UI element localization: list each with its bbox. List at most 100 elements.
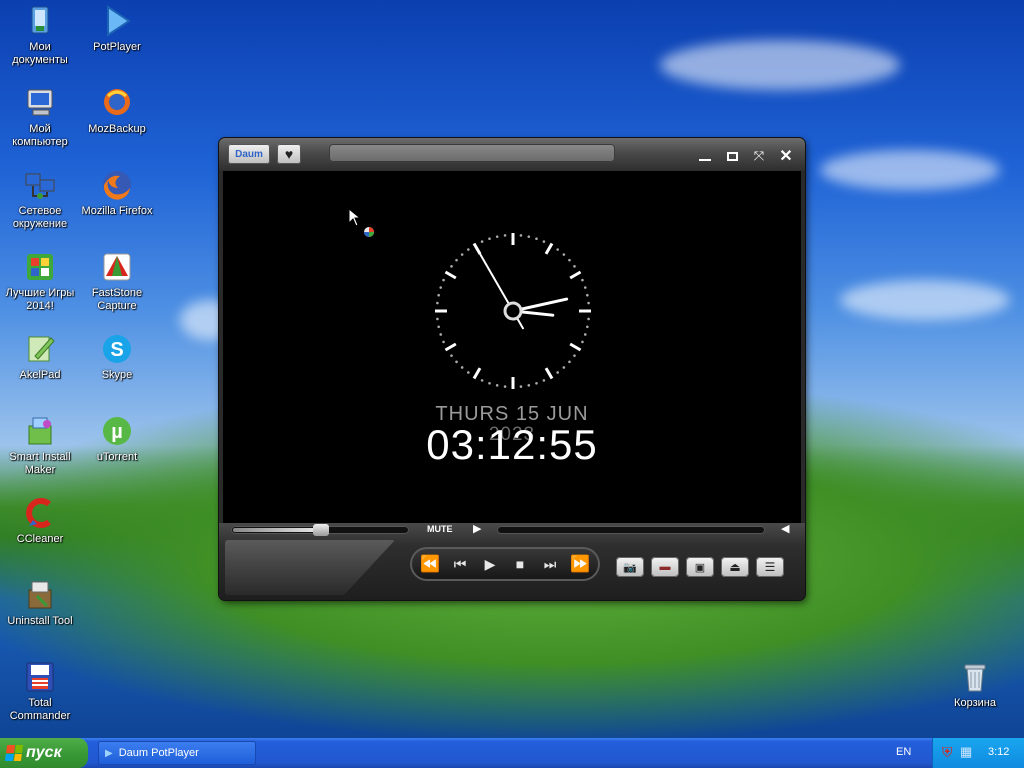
taskbar-item-potplayer[interactable]: ▶ Daum PotPlayer — [98, 741, 256, 765]
clock-minute-dot — [467, 371, 470, 374]
clock-minute-dot — [436, 301, 439, 305]
clock-minute-dot — [450, 265, 453, 268]
desktop-icon-label: AkelPad — [19, 369, 61, 381]
folder-icon: ▬ — [659, 561, 671, 573]
clock-minute-dot — [583, 333, 587, 336]
capture-button[interactable]: 📷 — [616, 557, 644, 577]
ccleaner-icon — [23, 496, 57, 530]
minimize-icon — [699, 159, 711, 161]
desktop-icon-total-commander[interactable]: Total Commander — [0, 660, 80, 723]
language-indicator[interactable]: EN — [896, 746, 911, 758]
clock-minute-dot — [556, 371, 559, 374]
playlist-folder-button[interactable]: ▬ — [651, 557, 679, 577]
total-commander-icon — [23, 660, 57, 694]
clock-hour-tick — [569, 270, 582, 280]
favorite-button[interactable]: ♥ — [277, 144, 301, 164]
desktop-icon-mozbackup[interactable]: MozBackup — [77, 86, 157, 136]
play-icon: ▶ — [484, 555, 496, 572]
maximize-icon — [726, 151, 738, 161]
clock-minute-dot — [527, 384, 531, 387]
volume-bar[interactable] — [231, 524, 409, 536]
desktop-icon-smart-install[interactable]: Smart Install Maker — [0, 414, 80, 477]
play-button[interactable]: ▶ — [475, 550, 505, 578]
list-icon: ☰ — [764, 560, 776, 574]
rewind-button[interactable]: ⏪ — [415, 550, 445, 578]
maximize-button[interactable] — [720, 144, 744, 168]
clock-minute-dot — [455, 360, 458, 364]
desktop-icon-skype[interactable]: S Skype — [77, 332, 157, 382]
desktop-icon-firefox[interactable]: Mozilla Firefox — [77, 168, 157, 218]
mute-button[interactable]: MUTE — [427, 524, 453, 534]
clock-minute-dot — [542, 240, 546, 243]
playlist-button[interactable]: ☰ — [756, 557, 784, 577]
clock-minute-dot — [562, 253, 566, 256]
desktop-icon-label: Mozilla Firefox — [81, 205, 153, 217]
desktop-icon-label: Мой компьютер — [12, 123, 68, 148]
desktop-icon-label: Мои документы — [12, 41, 68, 66]
desktop-icon-potplayer[interactable]: PotPlayer — [77, 4, 157, 54]
seek-bar[interactable] — [497, 526, 765, 534]
desktop-icon-uninstall-tool[interactable]: Uninstall Tool — [0, 578, 80, 628]
clock-hour-tick — [444, 342, 457, 352]
clock-minute-dot — [503, 385, 507, 388]
network-tray-icon[interactable]: ▦ — [960, 744, 972, 760]
desktop-icon-label: Корзина — [954, 697, 996, 709]
desktop-icon-my-documents[interactable]: Мои документы — [0, 4, 80, 67]
desktop-icon-akelpad[interactable]: AkelPad — [0, 332, 80, 382]
clock-minute-dot — [556, 248, 559, 251]
player-title-bar[interactable]: Daum ♥ ⤧ ✕ — [219, 138, 805, 171]
fullscreen-button[interactable]: ⤧ — [747, 144, 771, 168]
desktop-icon-faststone[interactable]: FastStone Capture — [77, 250, 157, 313]
fast-forward-button[interactable]: ⏩ — [565, 550, 595, 578]
previous-icon: ⏮ — [453, 555, 467, 572]
video-area[interactable]: THURS 15 JUN 2023 03:12:55 — [223, 171, 801, 523]
potplayer-window[interactable]: Daum ♥ ⤧ ✕ THURS 15 JUN 2023 03:12:55 MU… — [219, 138, 805, 600]
seek-back-arrow-icon[interactable]: ◀ — [781, 522, 789, 535]
clock-minute-dot — [460, 366, 464, 369]
desktop-icon-label: Uninstall Tool — [7, 615, 73, 627]
cloud — [660, 40, 900, 90]
potplayer-small-icon: ▶ — [105, 747, 113, 759]
desktop-icon-network[interactable]: Сетевое окружение — [0, 168, 80, 231]
security-alert-icon[interactable]: ⛨ — [942, 744, 953, 761]
desktop-icon-utorrent[interactable]: µ uTorrent — [77, 414, 157, 464]
minimize-button[interactable] — [693, 144, 717, 168]
rewind-icon: ⏪ — [420, 556, 440, 573]
clock-minute-dot — [437, 293, 440, 297]
close-button[interactable]: ✕ — [774, 144, 798, 168]
fullscreen-icon: ⤧ — [753, 148, 765, 163]
heart-icon: ♥ — [284, 146, 294, 162]
title-field — [329, 144, 615, 162]
volume-handle[interactable] — [313, 524, 329, 536]
clock-minute-dot — [581, 278, 584, 282]
previous-button[interactable]: ⏮ — [445, 550, 475, 578]
desktop-icon-label: MozBackup — [88, 123, 146, 135]
clock-minute-dot — [542, 379, 546, 382]
desktop-icon-recycle-bin[interactable]: Корзина — [935, 660, 1015, 710]
clock-time: 03:12:55 — [426, 421, 598, 468]
games-icon — [23, 250, 57, 284]
svg-text:µ: µ — [111, 421, 123, 443]
desktop-icon-games[interactable]: Лучшие Игры 2014! — [0, 250, 80, 313]
windows-logo-icon — [4, 745, 24, 761]
cloud — [820, 150, 1000, 190]
control-panel-button[interactable]: ▣ — [686, 557, 714, 577]
desktop-icon-label: Total Commander — [9, 697, 71, 722]
clock-center — [503, 301, 523, 321]
start-button[interactable]: пуск — [0, 738, 88, 768]
network-icon — [23, 168, 57, 202]
clock-minute-dot — [586, 293, 589, 297]
start-label: пуск — [26, 744, 62, 761]
settings-panel-icon: ▣ — [694, 561, 706, 574]
clock-minute-dot — [437, 325, 440, 329]
daum-logo-button[interactable]: Daum — [228, 144, 270, 164]
clock-hour-tick — [544, 367, 554, 380]
my-documents-icon — [23, 4, 57, 38]
stop-button[interactable]: ■ — [505, 550, 535, 578]
firefox-icon — [100, 168, 134, 202]
next-button[interactable]: ⏭ — [535, 550, 565, 578]
eject-button[interactable]: ⏏ — [721, 557, 749, 577]
potplayer-icon — [100, 4, 134, 38]
desktop-icon-my-computer[interactable]: Мой компьютер — [0, 86, 80, 149]
desktop-icon-ccleaner[interactable]: CCleaner — [0, 496, 80, 546]
